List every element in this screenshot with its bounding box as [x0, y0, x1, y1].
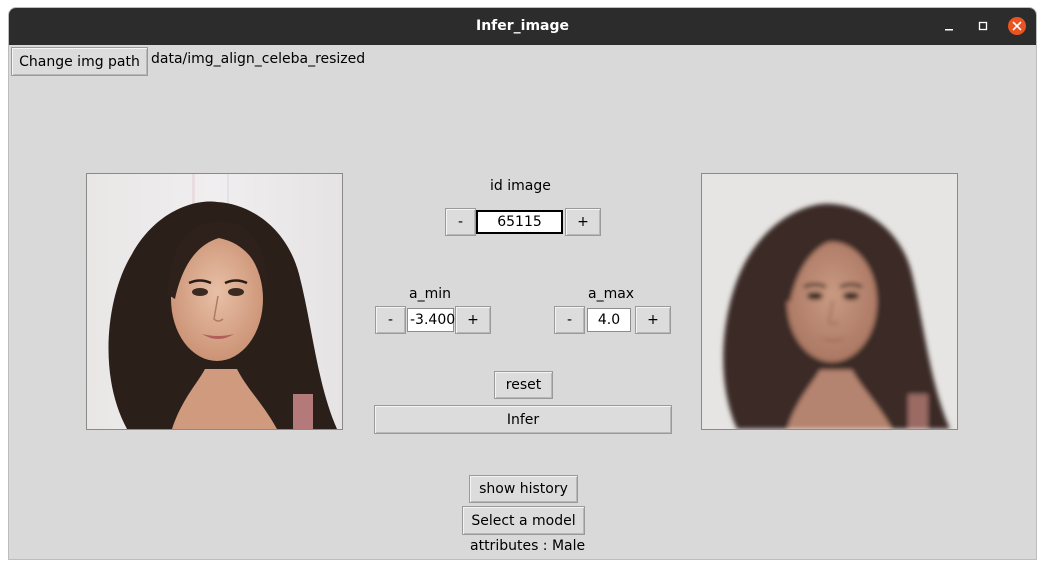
a-min-increment-button[interactable]: +	[455, 306, 491, 334]
close-icon[interactable]	[1007, 16, 1027, 36]
source-image	[86, 173, 343, 430]
a-min-input[interactable]: -3.400	[407, 308, 455, 332]
a-max-decrement-button[interactable]: -	[554, 306, 585, 334]
id-image-decrement-button[interactable]: -	[445, 208, 476, 236]
maximize-icon[interactable]	[973, 16, 993, 36]
id-image-label: id image	[490, 178, 551, 194]
window-title: Infer_image	[475, 18, 570, 34]
img-path-label: data/img_align_celeba_resized	[151, 51, 366, 67]
minimize-icon[interactable]	[939, 16, 959, 36]
title-bar[interactable]: Infer_image	[9, 8, 1036, 45]
id-image-increment-button[interactable]: +	[565, 208, 601, 236]
a-max-increment-button[interactable]: +	[635, 306, 671, 334]
app-window: Infer_image Change img path data/img_ali…	[9, 8, 1036, 559]
infer-button[interactable]: Infer	[374, 405, 672, 434]
a-max-label: a_max	[588, 286, 635, 302]
a-min-decrement-button[interactable]: -	[375, 306, 406, 334]
a-max-input[interactable]: 4.0	[587, 308, 631, 332]
select-model-button[interactable]: Select a model	[462, 506, 585, 535]
main-content: Change img path data/img_align_celeba_re…	[9, 45, 1036, 559]
id-image-input[interactable]: 65115	[476, 210, 563, 234]
a-min-label: a_min	[409, 286, 451, 302]
show-history-button[interactable]: show history	[469, 475, 578, 503]
reset-button[interactable]: reset	[494, 371, 553, 399]
change-img-path-button[interactable]: Change img path	[11, 47, 148, 76]
attributes-status: attributes : Male	[470, 538, 586, 554]
result-image	[701, 173, 958, 430]
